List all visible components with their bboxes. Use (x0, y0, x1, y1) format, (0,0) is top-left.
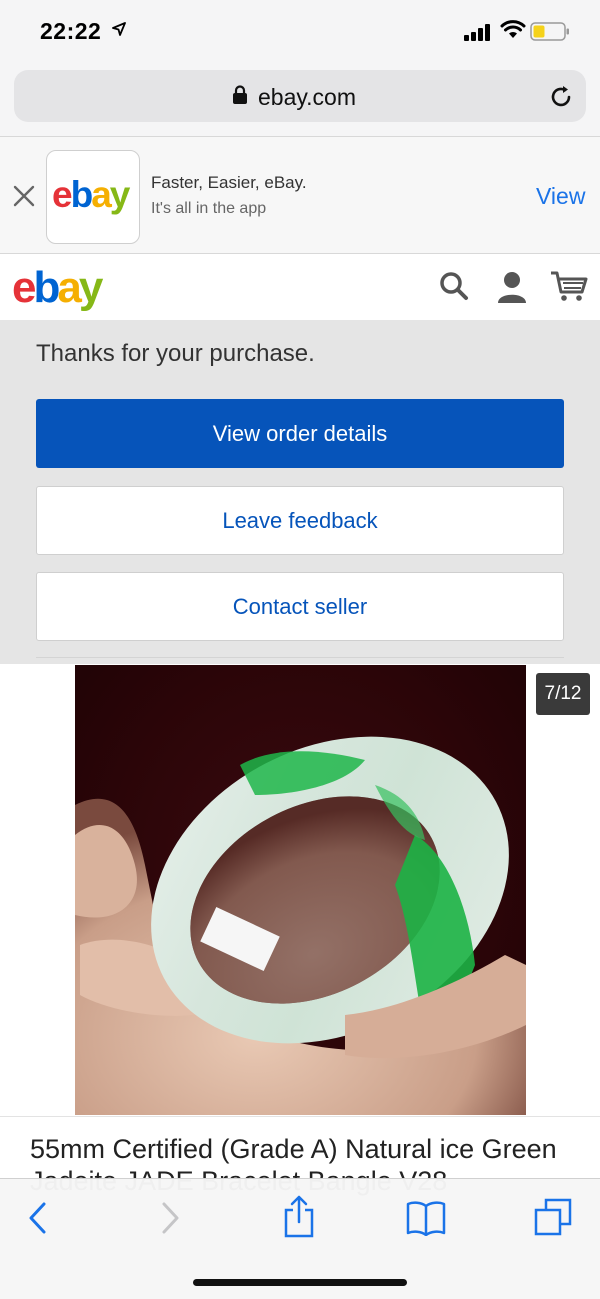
product-image[interactable] (75, 665, 526, 1115)
close-icon[interactable] (12, 184, 36, 208)
status-time: 22:22 (40, 18, 102, 44)
app-icon-logo: ebay (52, 174, 130, 215)
cellular-signal-icon (464, 24, 490, 41)
user-icon[interactable] (496, 270, 528, 304)
battery-icon (530, 22, 569, 41)
wifi-icon (500, 20, 526, 38)
contact-seller-button[interactable]: Contact seller (36, 572, 564, 641)
back-icon[interactable] (26, 1200, 50, 1236)
view-order-details-button[interactable]: View order details (36, 399, 564, 468)
banner-title: Faster, Easier, eBay. (151, 173, 307, 192)
banner-view-button[interactable]: View (536, 183, 585, 210)
tabs-icon[interactable] (534, 1198, 574, 1238)
reload-icon[interactable] (548, 84, 574, 110)
leave-feedback-button[interactable]: Leave feedback (36, 486, 564, 555)
location-arrow-icon (112, 22, 126, 36)
address-bar-url: ebay.com (257, 84, 356, 110)
ebay-logo[interactable]: ebay (12, 263, 103, 313)
home-indicator[interactable] (193, 1279, 407, 1286)
panel-divider (36, 657, 564, 658)
image-counter: 7/12 (536, 673, 590, 715)
share-icon[interactable] (283, 1194, 315, 1238)
search-icon[interactable] (438, 270, 470, 302)
forward-icon[interactable] (158, 1200, 182, 1236)
cart-icon[interactable] (550, 270, 588, 302)
bookmarks-icon[interactable] (406, 1200, 446, 1236)
purchase-message: Thanks for your purchase. (36, 340, 315, 367)
banner-subtitle: It's all in the app (151, 200, 267, 217)
title-divider (0, 1116, 600, 1117)
jade-bangle-illustration (75, 736, 526, 1115)
